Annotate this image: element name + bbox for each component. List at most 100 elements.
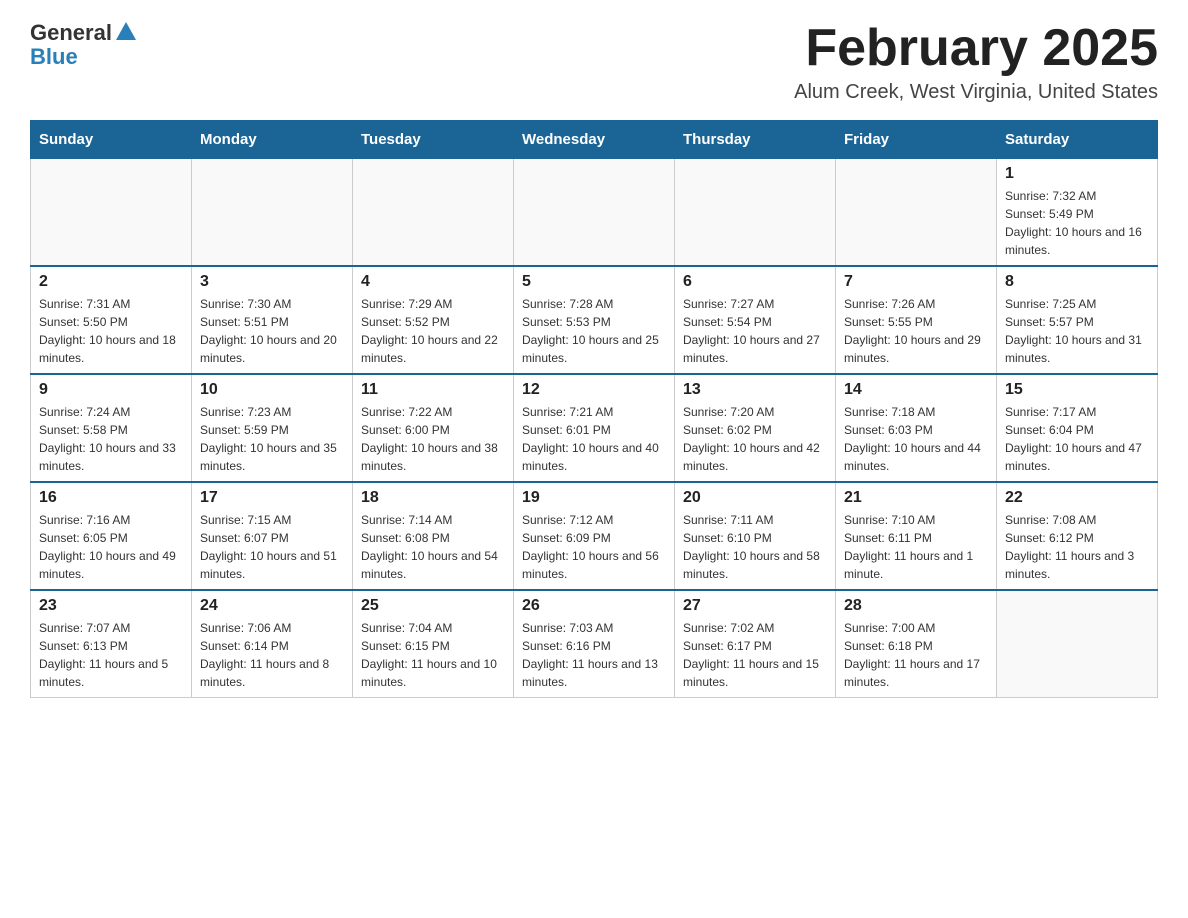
day-info: Sunrise: 7:10 AM Sunset: 6:11 PM Dayligh…	[844, 511, 988, 583]
calendar-table: SundayMondayTuesdayWednesdayThursdayFrid…	[30, 120, 1158, 698]
calendar-cell: 26 Sunrise: 7:03 AM Sunset: 6:16 PM Dayli…	[514, 590, 675, 698]
calendar-cell: 2 Sunrise: 7:31 AM Sunset: 5:50 PM Daylig…	[31, 266, 192, 374]
day-number: 21	[844, 489, 988, 507]
day-number: 13	[683, 381, 827, 399]
calendar-cell: 17 Sunrise: 7:15 AM Sunset: 6:07 PM Dayli…	[192, 482, 353, 590]
calendar-cell	[514, 159, 675, 267]
calendar-cell: 5 Sunrise: 7:28 AM Sunset: 5:53 PM Daylig…	[514, 266, 675, 374]
day-number: 26	[522, 597, 666, 615]
day-info: Sunrise: 7:14 AM Sunset: 6:08 PM Dayligh…	[361, 511, 505, 583]
header-friday: Friday	[836, 121, 997, 159]
day-info: Sunrise: 7:29 AM Sunset: 5:52 PM Dayligh…	[361, 295, 505, 367]
day-info: Sunrise: 7:03 AM Sunset: 6:16 PM Dayligh…	[522, 619, 666, 691]
day-number: 12	[522, 381, 666, 399]
day-info: Sunrise: 7:11 AM Sunset: 6:10 PM Dayligh…	[683, 511, 827, 583]
calendar-week-5: 23 Sunrise: 7:07 AM Sunset: 6:13 PM Dayli…	[31, 590, 1158, 698]
day-info: Sunrise: 7:28 AM Sunset: 5:53 PM Dayligh…	[522, 295, 666, 367]
day-info: Sunrise: 7:12 AM Sunset: 6:09 PM Dayligh…	[522, 511, 666, 583]
day-info: Sunrise: 7:31 AM Sunset: 5:50 PM Dayligh…	[39, 295, 183, 367]
calendar-cell: 19 Sunrise: 7:12 AM Sunset: 6:09 PM Dayli…	[514, 482, 675, 590]
day-number: 24	[200, 597, 344, 615]
calendar-cell: 9Sunrise: 7:24 AM Sunset: 5:58 PM Daylig…	[31, 374, 192, 482]
header-saturday: Saturday	[997, 121, 1158, 159]
location-subtitle: Alum Creek, West Virginia, United States	[794, 81, 1158, 104]
day-number: 17	[200, 489, 344, 507]
day-info: Sunrise: 7:26 AM Sunset: 5:55 PM Dayligh…	[844, 295, 988, 367]
day-info: Sunrise: 7:23 AM Sunset: 5:59 PM Dayligh…	[200, 403, 344, 475]
day-number: 10	[200, 381, 344, 399]
calendar-cell: 8 Sunrise: 7:25 AM Sunset: 5:57 PM Daylig…	[997, 266, 1158, 374]
day-number: 2	[39, 273, 183, 291]
calendar-cell: 10 Sunrise: 7:23 AM Sunset: 5:59 PM Dayli…	[192, 374, 353, 482]
calendar-cell	[836, 159, 997, 267]
calendar-cell: 11 Sunrise: 7:22 AM Sunset: 6:00 PM Dayli…	[353, 374, 514, 482]
day-info: Sunrise: 7:22 AM Sunset: 6:00 PM Dayligh…	[361, 403, 505, 475]
day-number: 22	[1005, 489, 1149, 507]
day-number: 19	[522, 489, 666, 507]
day-number: 16	[39, 489, 183, 507]
day-number: 27	[683, 597, 827, 615]
day-number: 20	[683, 489, 827, 507]
day-info: Sunrise: 7:20 AM Sunset: 6:02 PM Dayligh…	[683, 403, 827, 475]
calendar-cell	[675, 159, 836, 267]
header-wednesday: Wednesday	[514, 121, 675, 159]
calendar-week-1: 1 Sunrise: 7:32 AM Sunset: 5:49 PM Daylig…	[31, 159, 1158, 267]
day-info: Sunrise: 7:16 AM Sunset: 6:05 PM Dayligh…	[39, 511, 183, 583]
day-number: 14	[844, 381, 988, 399]
logo-blue-text: Blue	[30, 44, 78, 70]
calendar-cell: 16 Sunrise: 7:16 AM Sunset: 6:05 PM Dayli…	[31, 482, 192, 590]
day-info: Sunrise: 7:06 AM Sunset: 6:14 PM Dayligh…	[200, 619, 344, 691]
calendar-cell: 1 Sunrise: 7:32 AM Sunset: 5:49 PM Daylig…	[997, 159, 1158, 267]
day-number: 3	[200, 273, 344, 291]
day-info: Sunrise: 7:30 AM Sunset: 5:51 PM Dayligh…	[200, 295, 344, 367]
calendar-cell: 7 Sunrise: 7:26 AM Sunset: 5:55 PM Daylig…	[836, 266, 997, 374]
title-section: February 2025 Alum Creek, West Virginia,…	[794, 20, 1158, 104]
day-number: 9	[39, 381, 183, 399]
calendar-cell	[31, 159, 192, 267]
calendar-header-row: SundayMondayTuesdayWednesdayThursdayFrid…	[31, 121, 1158, 159]
calendar-cell: 12 Sunrise: 7:21 AM Sunset: 6:01 PM Dayli…	[514, 374, 675, 482]
header-tuesday: Tuesday	[353, 121, 514, 159]
calendar-cell: 28 Sunrise: 7:00 AM Sunset: 6:18 PM Dayli…	[836, 590, 997, 698]
calendar-cell: 22 Sunrise: 7:08 AM Sunset: 6:12 PM Dayli…	[997, 482, 1158, 590]
day-info: Sunrise: 7:25 AM Sunset: 5:57 PM Dayligh…	[1005, 295, 1149, 367]
header-thursday: Thursday	[675, 121, 836, 159]
calendar-cell	[192, 159, 353, 267]
calendar-cell: 13 Sunrise: 7:20 AM Sunset: 6:02 PM Dayli…	[675, 374, 836, 482]
day-number: 23	[39, 597, 183, 615]
day-number: 5	[522, 273, 666, 291]
calendar-cell: 27Sunrise: 7:02 AM Sunset: 6:17 PM Dayli…	[675, 590, 836, 698]
day-info: Sunrise: 7:17 AM Sunset: 6:04 PM Dayligh…	[1005, 403, 1149, 475]
month-title: February 2025	[794, 20, 1158, 77]
day-info: Sunrise: 7:15 AM Sunset: 6:07 PM Dayligh…	[200, 511, 344, 583]
day-info: Sunrise: 7:27 AM Sunset: 5:54 PM Dayligh…	[683, 295, 827, 367]
day-number: 1	[1005, 165, 1149, 183]
day-number: 8	[1005, 273, 1149, 291]
logo-triangle-icon	[116, 22, 136, 40]
day-number: 28	[844, 597, 988, 615]
calendar-cell: 3 Sunrise: 7:30 AM Sunset: 5:51 PM Daylig…	[192, 266, 353, 374]
day-number: 18	[361, 489, 505, 507]
calendar-cell: 24 Sunrise: 7:06 AM Sunset: 6:14 PM Dayli…	[192, 590, 353, 698]
calendar-cell: 18 Sunrise: 7:14 AM Sunset: 6:08 PM Dayli…	[353, 482, 514, 590]
calendar-week-4: 16 Sunrise: 7:16 AM Sunset: 6:05 PM Dayli…	[31, 482, 1158, 590]
day-number: 15	[1005, 381, 1149, 399]
day-number: 7	[844, 273, 988, 291]
calendar-cell: 21 Sunrise: 7:10 AM Sunset: 6:11 PM Dayli…	[836, 482, 997, 590]
day-info: Sunrise: 7:21 AM Sunset: 6:01 PM Dayligh…	[522, 403, 666, 475]
calendar-cell: 6 Sunrise: 7:27 AM Sunset: 5:54 PM Daylig…	[675, 266, 836, 374]
day-info: Sunrise: 7:32 AM Sunset: 5:49 PM Dayligh…	[1005, 187, 1149, 259]
header-sunday: Sunday	[31, 121, 192, 159]
day-info: Sunrise: 7:08 AM Sunset: 6:12 PM Dayligh…	[1005, 511, 1149, 583]
day-info: Sunrise: 7:00 AM Sunset: 6:18 PM Dayligh…	[844, 619, 988, 691]
calendar-cell	[353, 159, 514, 267]
calendar-cell: 4Sunrise: 7:29 AM Sunset: 5:52 PM Daylig…	[353, 266, 514, 374]
day-info: Sunrise: 7:04 AM Sunset: 6:15 PM Dayligh…	[361, 619, 505, 691]
day-info: Sunrise: 7:07 AM Sunset: 6:13 PM Dayligh…	[39, 619, 183, 691]
day-number: 11	[361, 381, 505, 399]
calendar-cell: 23 Sunrise: 7:07 AM Sunset: 6:13 PM Dayli…	[31, 590, 192, 698]
calendar-week-3: 9Sunrise: 7:24 AM Sunset: 5:58 PM Daylig…	[31, 374, 1158, 482]
day-info: Sunrise: 7:18 AM Sunset: 6:03 PM Dayligh…	[844, 403, 988, 475]
logo-general-text: General	[30, 20, 112, 46]
day-number: 6	[683, 273, 827, 291]
